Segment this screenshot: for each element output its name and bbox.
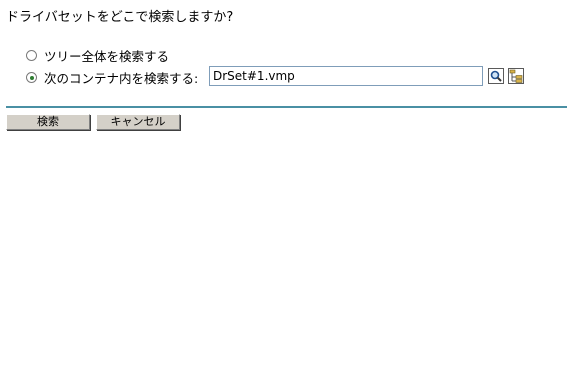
search-button[interactable]: 検索 (6, 114, 90, 130)
cancel-button[interactable]: キャンセル (96, 114, 180, 130)
tree-browser-icon[interactable] (508, 68, 524, 84)
radio-entire-tree[interactable] (26, 50, 37, 61)
option-entire-tree-label: ツリー全体を検索する (44, 49, 170, 64)
divider-line (6, 106, 567, 108)
option-search-in-container[interactable]: 次のコンテナ内を検索する: (26, 66, 198, 88)
container-context-input[interactable] (209, 66, 483, 86)
option-in-container-label: 次のコンテナ内を検索する: (44, 70, 199, 86)
option-search-entire-tree[interactable]: ツリー全体を検索する (26, 46, 169, 65)
radio-in-container[interactable] (26, 71, 37, 83)
dialog-question: ドライバセットをどこで検索しますか? (6, 10, 234, 25)
magnifier-icon[interactable] (488, 68, 504, 84)
